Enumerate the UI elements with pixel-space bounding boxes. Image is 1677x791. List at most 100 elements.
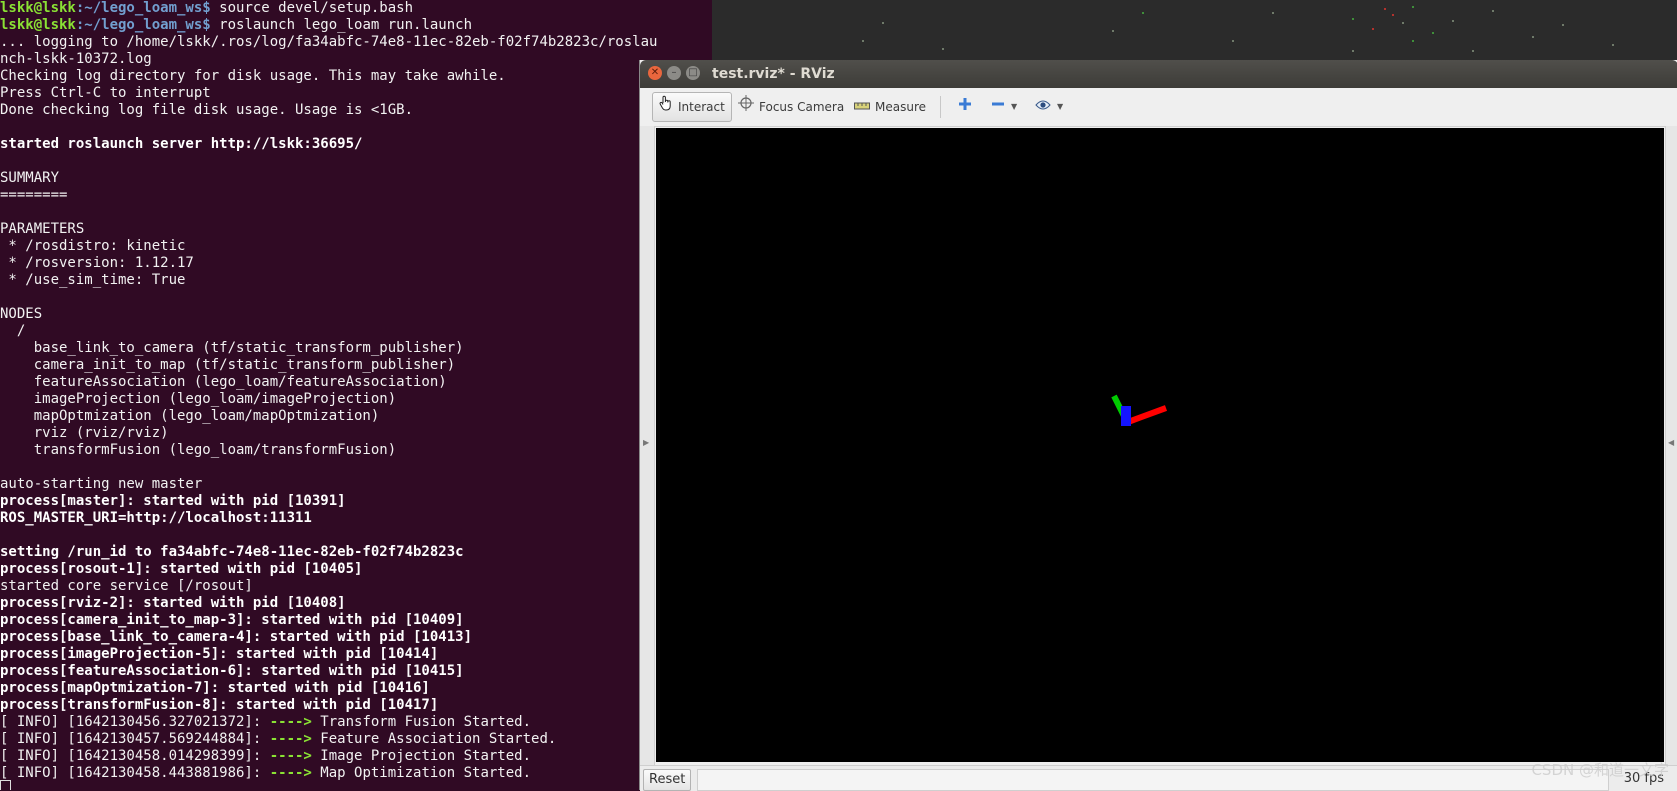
point-cloud-speck bbox=[1452, 20, 1454, 22]
tf-axes-marker bbox=[1111, 394, 1168, 426]
terminal-line: mapOptmization (lego_loam/mapOptmization… bbox=[0, 408, 380, 424]
status-bar: Reset 30 fps bbox=[640, 765, 1677, 791]
terminal-line: SUMMARY bbox=[0, 170, 60, 186]
terminal-line: process[featureAssociation-6]: started w… bbox=[0, 663, 464, 679]
status-message-field bbox=[697, 769, 1609, 791]
terminal-line: process[rosout-1]: started with pid [104… bbox=[0, 561, 363, 577]
terminal-line: ROS_MASTER_URI=http://localhost:11311 bbox=[0, 510, 312, 526]
chevron-down-icon: ▼ bbox=[1057, 102, 1064, 111]
point-cloud-speck bbox=[1612, 44, 1614, 46]
point-cloud-speck bbox=[1232, 40, 1234, 42]
info-arrow: ----> bbox=[269, 748, 312, 764]
maximize-icon: □ bbox=[688, 67, 698, 78]
axis-x-line bbox=[1126, 405, 1168, 425]
interact-tool-button[interactable]: Interact bbox=[652, 92, 732, 122]
terminal-line: ... logging to /home/lskk/.ros/log/fa34a… bbox=[0, 34, 658, 50]
view-tool-button[interactable]: ▼ bbox=[1033, 92, 1069, 122]
right-panel-splitter[interactable]: ◀ bbox=[1665, 126, 1677, 766]
toolbar-separator bbox=[940, 96, 941, 118]
minimize-window-button[interactable]: – bbox=[667, 66, 681, 80]
3d-viewport[interactable] bbox=[656, 128, 1664, 762]
remove-tool-button[interactable]: ▼ bbox=[989, 92, 1025, 122]
interact-label: Interact bbox=[678, 100, 725, 114]
point-cloud-speck bbox=[1352, 18, 1354, 20]
chevron-down-icon: ▼ bbox=[1011, 102, 1018, 111]
terminal-line: nch-lskk-10372.log bbox=[0, 51, 152, 67]
point-cloud-speck bbox=[1432, 32, 1434, 34]
info-arrow: ----> bbox=[269, 765, 312, 781]
point-cloud-speck bbox=[1492, 10, 1494, 12]
window-titlebar[interactable]: ✕ – □ test.rviz* - RViz bbox=[640, 60, 1677, 88]
close-icon: ✕ bbox=[650, 67, 660, 78]
info-prefix: [ INFO] [1642130458.443881986]: bbox=[0, 765, 270, 781]
terminal-line: process[mapOptmization-7]: started with … bbox=[0, 680, 430, 696]
expand-right-icon: ◀ bbox=[1668, 438, 1675, 447]
terminal-line: rviz (rviz/rviz) bbox=[0, 425, 169, 441]
terminal-info-line: [ INFO] [1642130458.014298399]: ----> Im… bbox=[0, 748, 712, 765]
info-message: Transform Fusion Started. bbox=[311, 714, 532, 730]
prompt-path: :~/lego_loam_ws$ bbox=[75, 17, 220, 33]
point-cloud-speck bbox=[862, 40, 864, 42]
terminal-line: process[transformFusion-8]: started with… bbox=[0, 697, 439, 713]
terminal-line: Done checking log file disk usage. Usage… bbox=[0, 102, 414, 118]
point-cloud-speck bbox=[1402, 22, 1404, 24]
terminal-line: transformFusion (lego_loam/transformFusi… bbox=[0, 442, 397, 458]
terminal-line: ======== bbox=[0, 187, 68, 203]
measure-tool-button[interactable]: Measure bbox=[848, 92, 932, 122]
reset-button[interactable]: Reset bbox=[643, 769, 692, 791]
terminal-line: started roslaunch server http://lskk:366… bbox=[0, 136, 363, 152]
point-cloud-speck bbox=[942, 48, 944, 50]
info-message: Map Optimization Started. bbox=[311, 765, 532, 781]
terminal-line: process[imageProjection-5]: started with… bbox=[0, 646, 439, 662]
point-cloud-speck bbox=[1532, 36, 1534, 38]
tf-axes-render bbox=[1111, 394, 1168, 426]
point-cloud-speck bbox=[1384, 8, 1386, 10]
ruler-icon bbox=[854, 92, 870, 122]
add-tool-button[interactable] bbox=[953, 92, 977, 122]
hand-pointer-icon bbox=[659, 92, 673, 122]
info-prefix: [ INFO] [1642130457.569244884]: bbox=[0, 731, 270, 747]
rviz-window[interactable]: ✕ – □ test.rviz* - RViz Interact Focus C… bbox=[639, 60, 1677, 791]
terminal-line: imageProjection (lego_loam/imageProjecti… bbox=[0, 391, 397, 407]
left-panel-splitter[interactable]: ▶ bbox=[640, 126, 655, 766]
terminal-line: Checking log directory for disk usage. T… bbox=[0, 68, 506, 84]
crosshair-icon bbox=[738, 92, 754, 122]
terminal-line: process[base_link_to_camera-4]: started … bbox=[0, 629, 473, 645]
terminal-window[interactable]: lskk@lskk:~/lego_loam_ws$ source devel/s… bbox=[0, 0, 712, 790]
point-cloud-speck bbox=[1352, 50, 1354, 52]
terminal-info-line: [ INFO] [1642130457.569244884]: ----> Fe… bbox=[0, 731, 712, 748]
prompt-path: :~/lego_loam_ws$ bbox=[75, 0, 220, 16]
point-cloud-speck bbox=[1142, 12, 1144, 14]
background-window bbox=[712, 0, 1677, 62]
terminal-info-line: [ INFO] [1642130458.443881986]: ----> Ma… bbox=[0, 765, 712, 782]
terminal-info-output: [ INFO] [1642130456.327021372]: ----> Tr… bbox=[0, 714, 712, 782]
terminal-output: ... logging to /home/lskk/.ros/log/fa34a… bbox=[0, 34, 712, 714]
expand-left-icon: ▶ bbox=[643, 438, 650, 447]
terminal-line: * /use_sim_time: True bbox=[0, 272, 186, 288]
terminal-line: * /rosversion: 1.12.17 bbox=[0, 255, 194, 271]
maximize-window-button[interactable]: □ bbox=[686, 66, 700, 80]
watermark: CSDN @和道一文字 bbox=[1531, 761, 1669, 779]
point-cloud-speck bbox=[1372, 28, 1374, 30]
focus-camera-tool-button[interactable]: Focus Camera bbox=[732, 92, 850, 122]
terminal-cursor bbox=[0, 780, 11, 790]
terminal-line: * /rosdistro: kinetic bbox=[0, 238, 186, 254]
terminal-line: base_link_to_camera (tf/static_transform… bbox=[0, 340, 464, 356]
minus-icon bbox=[991, 92, 1005, 122]
info-message: Image Projection Started. bbox=[311, 748, 532, 764]
info-prefix: [ INFO] [1642130456.327021372]: bbox=[0, 714, 270, 730]
terminal-line: started core service [/rosout] bbox=[0, 578, 253, 594]
terminal-line: NODES bbox=[0, 306, 43, 322]
prompt-user: lskk@lskk bbox=[0, 17, 76, 33]
terminal-line: featureAssociation (lego_loam/featureAss… bbox=[0, 374, 447, 390]
axis-z-block bbox=[1121, 406, 1131, 426]
window-title: test.rviz* - RViz bbox=[712, 66, 835, 82]
close-window-button[interactable]: ✕ bbox=[648, 66, 662, 80]
terminal-line: auto-starting new master bbox=[0, 476, 203, 492]
terminal-line: / bbox=[0, 323, 26, 339]
